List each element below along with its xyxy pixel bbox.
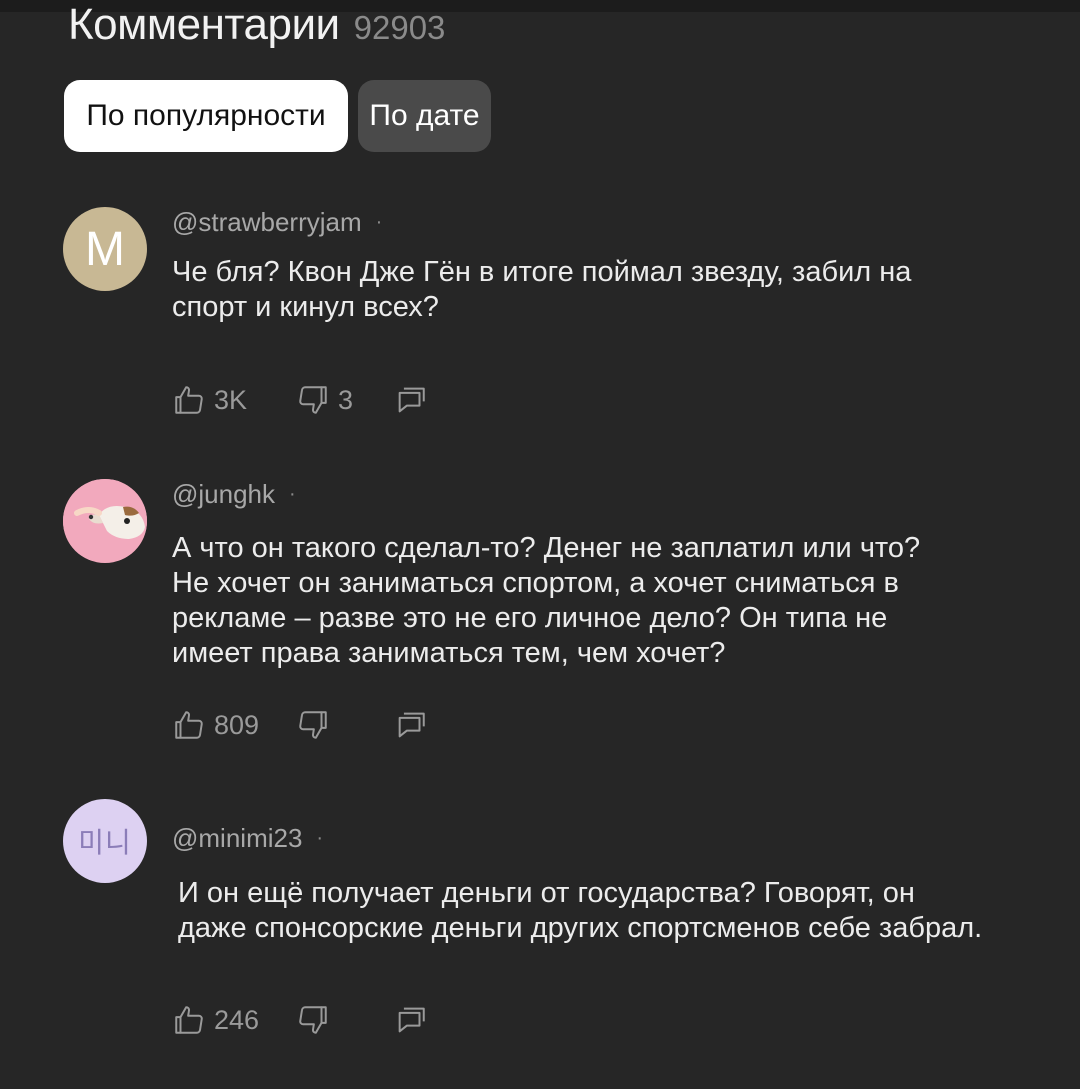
- dislike-button[interactable]: [296, 1003, 378, 1037]
- comment-actions: 809: [172, 705, 428, 745]
- comment-text: А что он такого сделал-то? Денег не запл…: [172, 532, 921, 669]
- comment-author-line: @strawberryjam ·: [172, 207, 382, 238]
- like-count: 809: [214, 709, 260, 740]
- like-button[interactable]: 246: [172, 1003, 278, 1037]
- like-button[interactable]: 3K: [172, 383, 278, 417]
- like-button[interactable]: 809: [172, 708, 278, 742]
- like-count: 246: [214, 1004, 260, 1035]
- comment-actions: 246: [172, 1000, 428, 1040]
- comments-count: 92903: [353, 9, 446, 46]
- comments-header: Комментарии 92903: [68, 0, 445, 52]
- comments-title: Комментарии: [68, 0, 340, 49]
- comment-author[interactable]: @junghk: [172, 479, 275, 510]
- like-count: 3K: [214, 384, 248, 415]
- dog-photo-icon: [63, 479, 147, 563]
- avatar[interactable]: [63, 479, 147, 563]
- avatar-letter: 미니: [78, 827, 132, 858]
- comment-author-line: @minimi23 ·: [172, 823, 323, 854]
- reply-button[interactable]: [394, 1003, 428, 1037]
- reply-button[interactable]: [394, 383, 428, 417]
- author-separator: ·: [289, 483, 296, 505]
- comment-actions: 3K 3: [172, 380, 428, 420]
- thumb-down-icon: [296, 708, 330, 742]
- author-separator: ·: [375, 211, 383, 233]
- avatar[interactable]: 미니: [63, 799, 147, 883]
- author-separator: ·: [316, 827, 324, 849]
- comment-author[interactable]: @minimi23: [172, 823, 302, 854]
- thumb-down-icon: [296, 383, 330, 417]
- comment-author[interactable]: @strawberryjam: [172, 207, 362, 238]
- sort-popular-chip[interactable]: По популярности: [64, 80, 348, 152]
- thumb-down-icon: [296, 1003, 330, 1037]
- thumb-up-icon: [172, 1003, 206, 1037]
- comment-author-line: @junghk ·: [172, 479, 296, 510]
- reply-icon: [394, 1003, 428, 1037]
- thumb-up-icon: [172, 708, 206, 742]
- avatar[interactable]: M: [63, 207, 147, 291]
- comment-text: Че бля? Квон Дже Гён в итоге поймал звез…: [172, 256, 912, 323]
- dislike-count: 3: [338, 384, 354, 415]
- comment-text: И он ещё получает деньги от государства?…: [178, 877, 983, 944]
- thumb-up-icon: [172, 383, 206, 417]
- avatar-letter: M: [85, 222, 125, 276]
- reply-icon: [394, 383, 428, 417]
- sort-date-chip[interactable]: По дате: [358, 80, 491, 152]
- reply-icon: [394, 708, 428, 742]
- dislike-button[interactable]: 3: [296, 383, 378, 417]
- dislike-button[interactable]: [296, 708, 378, 742]
- reply-button[interactable]: [394, 708, 428, 742]
